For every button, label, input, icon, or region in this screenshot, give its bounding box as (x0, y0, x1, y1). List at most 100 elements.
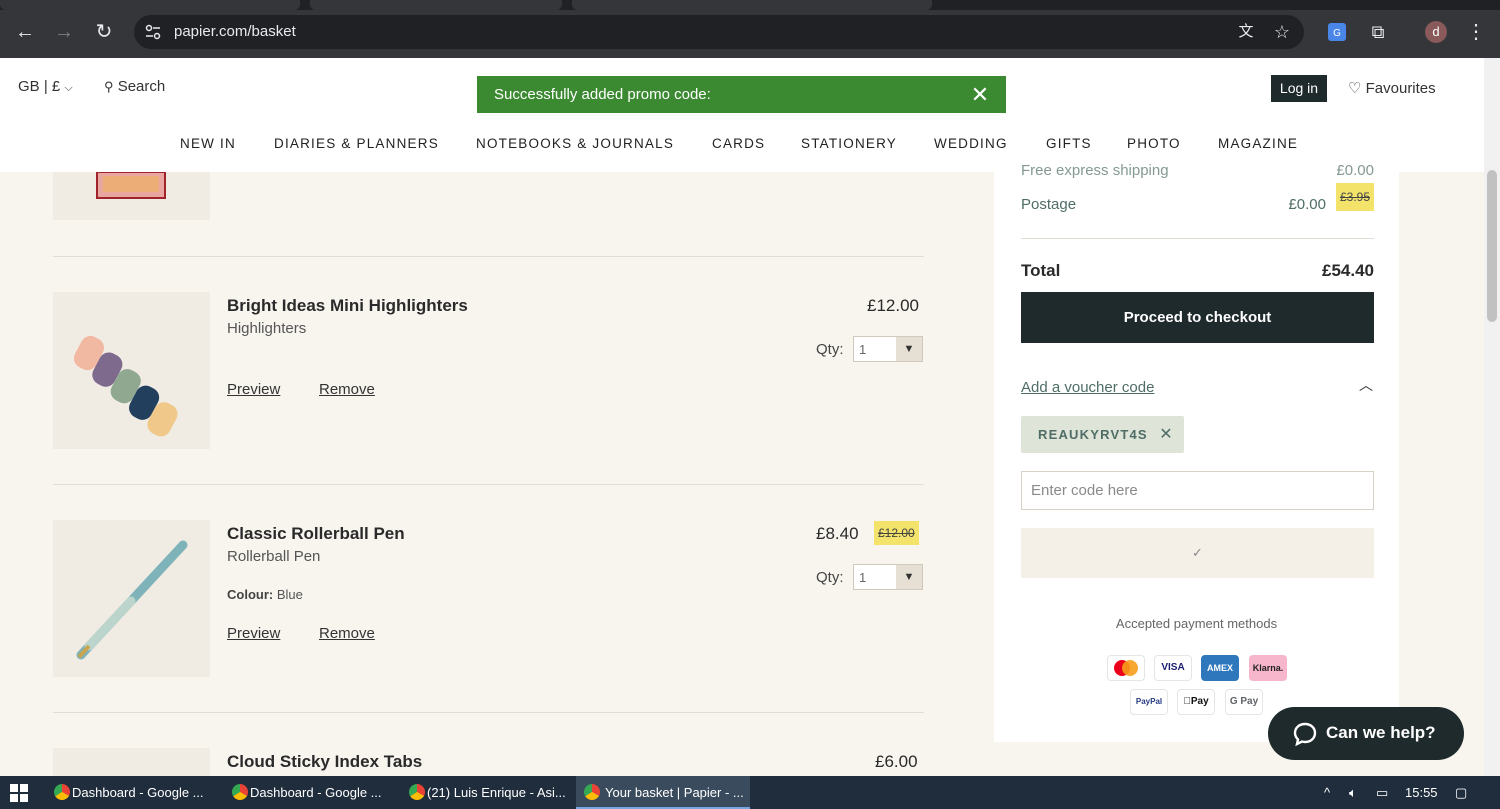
locale-label: GB | £ (18, 78, 61, 95)
qty-value: 1 (859, 570, 867, 585)
shipping-label: Free express shipping (1021, 162, 1169, 179)
browser-tab[interactable] (310, 0, 562, 10)
chat-bubble-icon (1293, 722, 1317, 747)
voucher-code: REAUKYRVT4S (1038, 427, 1148, 442)
site-header: GB | £ ⌵ ⚲ Search Successfully added pro… (0, 58, 1484, 172)
close-icon[interactable]: ✕ (968, 83, 992, 107)
menu-item-cards[interactable]: CARDS (712, 136, 765, 151)
chevron-up-icon[interactable]: ︿ (1356, 375, 1376, 395)
profile-avatar[interactable]: d (1425, 21, 1447, 43)
item-title[interactable]: Cloud Sticky Index Tabs (227, 752, 422, 772)
apple-icon:  (1183, 696, 1191, 707)
address-bar[interactable]: papier.com/basket (134, 15, 1304, 49)
item-title[interactable]: Bright Ideas Mini Highlighters (227, 296, 468, 316)
voucher-input[interactable] (1021, 471, 1374, 510)
menu-item-diaries-planners[interactable]: DIARIES & PLANNERS (274, 136, 439, 151)
taskbar-item-active[interactable]: Your basket | Papier - ... (576, 776, 750, 809)
accepted-payments-label: Accepted payment methods (1115, 616, 1278, 631)
item-subtitle: Rollerball Pen (227, 548, 321, 565)
volume-icon[interactable]: 🔈︎ (1349, 776, 1357, 809)
product-thumbnail[interactable] (53, 292, 210, 449)
checkout-button[interactable]: Proceed to checkout (1021, 292, 1374, 343)
item-divider (53, 484, 924, 485)
colour-value: Blue (276, 587, 303, 602)
network-icon[interactable]: ▭ (1376, 776, 1388, 809)
amex-icon: AMEX (1201, 655, 1239, 681)
postage-label: Postage (1021, 196, 1077, 213)
google-translate-extension-icon[interactable]: G (1325, 20, 1349, 44)
product-thumbnail[interactable] (53, 748, 210, 776)
chrome-icon (232, 784, 248, 800)
search-icon: ⚲ (104, 79, 114, 94)
forward-icon[interactable]: → (50, 18, 78, 46)
taskbar-item[interactable]: (21) Luis Enrique - Asi... (405, 776, 577, 809)
browser-menu-icon[interactable]: ⋮ (1466, 18, 1486, 46)
url-text[interactable]: papier.com/basket (174, 23, 296, 40)
apply-voucher-button[interactable]: ✓ (1021, 528, 1374, 578)
taskbar-item[interactable]: Dashboard - Google ... (228, 776, 400, 809)
taskbar-item[interactable]: Dashboard - Google ... (50, 776, 222, 809)
colour-label: Colour: (227, 587, 274, 602)
windows-start-icon[interactable] (10, 784, 28, 802)
menu-item-new-in[interactable]: NEW IN (180, 136, 236, 151)
total-value: £54.40 (1322, 261, 1374, 280)
apple-pay-label: Pay (1187, 696, 1209, 707)
login-button[interactable]: Log in (1271, 75, 1327, 102)
preview-link[interactable]: Preview (227, 381, 280, 398)
chevron-down-icon: ⌵ (64, 82, 73, 94)
item-subtitle: Highlighters (227, 320, 307, 337)
chevron-down-icon: ▼ (896, 337, 922, 361)
back-icon[interactable]: ← (11, 18, 39, 46)
qty-select[interactable]: 1 ▼ (853, 564, 923, 590)
pen-image (76, 540, 188, 660)
translate-icon[interactable]: 文 (1234, 20, 1258, 44)
voucher-chip: REAUKYRVT4S ✕ (1021, 416, 1184, 453)
qty-label: Qty: (816, 569, 844, 586)
taskbar-item-label: Your basket | Papier - ... (605, 785, 744, 800)
remove-link[interactable]: Remove (319, 381, 375, 398)
item-colour: Colour: Blue (227, 587, 303, 602)
help-chat-button[interactable]: Can we help? (1268, 707, 1464, 760)
menu-item-notebooks-journals[interactable]: NOTEBOOKS & JOURNALS (476, 136, 674, 151)
bookmark-star-icon[interactable]: ☆ (1270, 20, 1294, 44)
notifications-icon[interactable]: ▢ (1455, 776, 1467, 809)
page-scrollbar[interactable] (1484, 58, 1500, 776)
clock[interactable]: 15:55 (1405, 776, 1438, 809)
menu-item-stationery[interactable]: STATIONERY (801, 136, 897, 151)
total-label: Total (1021, 261, 1061, 280)
help-label: Can we help? (1326, 723, 1436, 742)
menu-item-magazine[interactable]: MAGAZINE (1218, 136, 1298, 151)
shipping-value: £0.00 (1336, 162, 1374, 179)
taskbar-item-label: Dashboard - Google ... (72, 785, 204, 800)
browser-tab-active[interactable] (572, 0, 932, 10)
site-info-icon[interactable] (144, 23, 162, 41)
taskbar-item-label: (21) Luis Enrique - Asi... (427, 785, 566, 800)
chrome-icon (584, 784, 600, 800)
favourites-label: Favourites (1365, 80, 1436, 97)
preview-link[interactable]: Preview (227, 625, 280, 642)
close-icon[interactable]: ✕ (1157, 424, 1175, 444)
locale-selector[interactable]: GB | £ ⌵ (18, 78, 73, 95)
item-divider (53, 256, 924, 257)
scrollbar-thumb[interactable] (1487, 170, 1497, 322)
paypal-icon: PayPal (1130, 689, 1168, 715)
menu-item-gifts[interactable]: GIFTS (1046, 136, 1092, 151)
voucher-toggle[interactable]: Add a voucher code (1021, 379, 1154, 396)
favourites-link[interactable]: ♡ Favourites (1348, 79, 1436, 97)
taskbar: Dashboard - Google ... Dashboard - Googl… (0, 776, 1500, 809)
tab-strip (0, 0, 1500, 10)
product-thumbnail[interactable] (53, 520, 210, 677)
search-button[interactable]: ⚲ Search (104, 78, 165, 95)
apple-pay-icon: Pay (1177, 689, 1215, 715)
remove-link[interactable]: Remove (319, 625, 375, 642)
browser-tab[interactable] (0, 0, 300, 10)
product-thumbnail[interactable] (53, 172, 210, 220)
reload-icon[interactable]: ↻ (90, 18, 118, 46)
menu-item-wedding[interactable]: WEDDING (934, 136, 1008, 151)
extensions-icon[interactable]: ⧉ (1366, 20, 1390, 44)
postage-original-price: £3.95 (1335, 183, 1374, 211)
menu-item-photo[interactable]: PHOTO (1127, 136, 1181, 151)
chevron-up-icon[interactable]: ^ (1324, 776, 1330, 809)
item-title[interactable]: Classic Rollerball Pen (227, 524, 405, 544)
qty-select[interactable]: 1 ▼ (853, 336, 923, 362)
